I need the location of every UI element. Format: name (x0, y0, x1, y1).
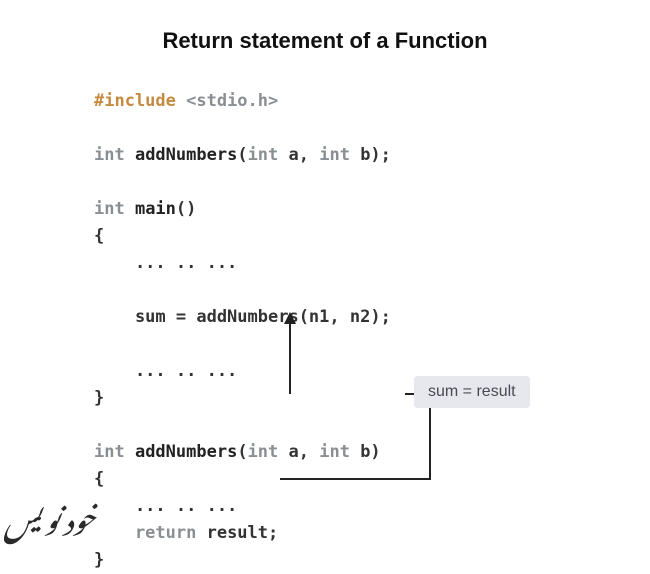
ellipsis-line: ... .. ... (94, 253, 237, 273)
code-text: b) (350, 442, 381, 462)
type-keyword: int (248, 442, 279, 462)
code-text: ( (237, 145, 247, 165)
annotation-badge: sum = result (414, 376, 530, 408)
brace: } (94, 388, 104, 408)
function-name: addNumbers (125, 145, 238, 165)
type-keyword: int (319, 442, 350, 462)
type-keyword: int (319, 145, 350, 165)
code-text: a, (278, 145, 319, 165)
ellipsis-line: ... .. ... (94, 361, 237, 381)
include-lib: <stdio.h> (176, 91, 278, 111)
code-text: b); (350, 145, 391, 165)
code-text: ( (237, 442, 247, 462)
code-text: a, (278, 442, 319, 462)
watermark-text: خود نویس (4, 477, 96, 552)
code-text: () (176, 199, 196, 219)
function-name: main (125, 199, 176, 219)
brace: } (94, 550, 104, 570)
type-keyword: int (248, 145, 279, 165)
brace: { (94, 226, 104, 246)
type-keyword: int (94, 199, 125, 219)
ellipsis-line: ... .. ... (94, 496, 237, 516)
preprocessor-keyword: #include (94, 91, 176, 111)
type-keyword: int (94, 442, 125, 462)
function-name: addNumbers (125, 442, 238, 462)
type-keyword: int (94, 145, 125, 165)
page-title: Return statement of a Function (0, 0, 650, 54)
call-line: sum = addNumbers(n1, n2); (94, 307, 391, 327)
code-block: #include <stdio.h> int addNumbers(int a,… (94, 88, 391, 574)
return-keyword: return (94, 523, 196, 543)
code-text: result; (196, 523, 278, 543)
